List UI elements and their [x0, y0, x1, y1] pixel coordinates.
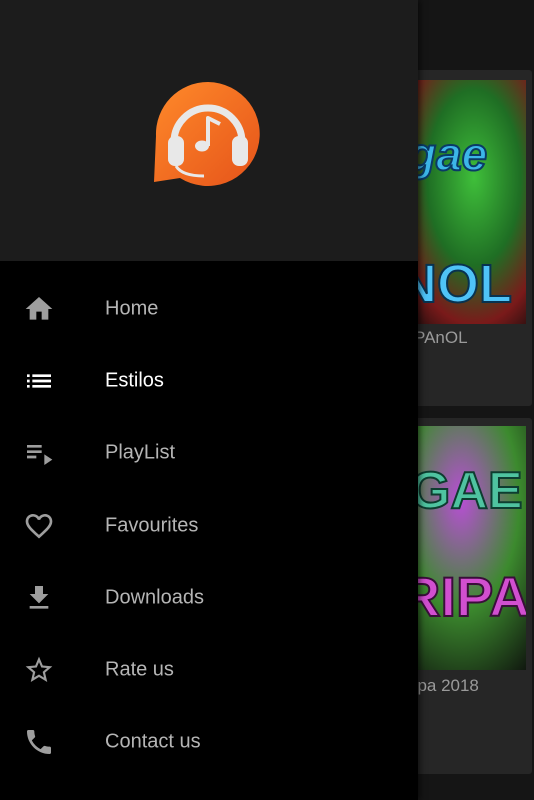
menu-item-estilos[interactable]: Estilos [0, 345, 418, 417]
album-thumb-text-2: RIPA [400, 565, 526, 628]
menu-item-label: Downloads [105, 586, 204, 609]
menu-item-contact-us[interactable]: Contact us [0, 706, 418, 778]
drawer-header [0, 0, 418, 261]
list-icon [22, 364, 56, 398]
menu-item-favourites[interactable]: Favourites [0, 490, 418, 562]
menu-item-label: Estilos [105, 369, 164, 392]
album-thumb-text: GAE [410, 462, 523, 520]
menu-item-label: Contact us [105, 730, 201, 753]
menu-item-rate-us[interactable]: Rate us [0, 634, 418, 706]
menu-item-label: Favourites [105, 514, 199, 537]
album-card-title: PAnOL [414, 328, 468, 347]
home-icon [22, 292, 56, 326]
navigation-drawer: Home Estilos PlayList Favourites Downloa… [0, 0, 418, 800]
star-icon [22, 653, 56, 687]
menu-item-label: Rate us [105, 658, 174, 681]
drawer-menu: Home Estilos PlayList Favourites Downloa… [0, 273, 418, 778]
menu-item-playlist[interactable]: PlayList [0, 417, 418, 489]
download-icon [22, 581, 56, 615]
album-card-title: ripa 2018 [408, 676, 479, 695]
menu-item-home[interactable]: Home [0, 273, 418, 345]
playlist-icon [22, 436, 56, 470]
menu-item-label: Home [105, 297, 159, 320]
album-thumb-text: gae [407, 128, 487, 180]
menu-item-label: PlayList [105, 441, 176, 464]
heart-icon [22, 509, 56, 543]
menu-item-downloads[interactable]: Downloads [0, 562, 418, 634]
phone-icon [22, 725, 56, 759]
music-headphones-logo-icon [152, 80, 264, 186]
